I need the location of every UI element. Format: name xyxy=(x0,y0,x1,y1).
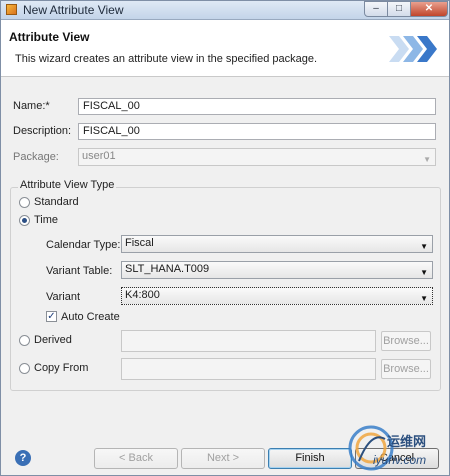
auto-create-checkbox[interactable]: ✓ xyxy=(46,311,57,322)
package-select: user01 ▼ xyxy=(78,148,436,166)
watermark-subtext: iyunv.com xyxy=(373,453,427,467)
calendar-type-select[interactable]: Fiscal ▼ xyxy=(121,235,433,253)
variant-value: K4:800 xyxy=(125,289,160,301)
help-icon[interactable]: ? xyxy=(15,450,31,466)
copy-from-field xyxy=(121,358,376,380)
package-label: Package: xyxy=(13,151,59,163)
window-title: New Attribute View xyxy=(23,3,124,17)
package-value: user01 xyxy=(82,150,116,162)
copy-from-browse-button[interactable]: Browse... xyxy=(381,359,431,379)
name-field[interactable]: FISCAL_00 xyxy=(78,98,436,115)
next-button[interactable]: Next > xyxy=(181,448,265,469)
app-icon xyxy=(6,4,17,15)
time-radio[interactable] xyxy=(19,215,30,226)
copy-from-label[interactable]: Copy From xyxy=(34,362,88,374)
minimize-button[interactable]: – xyxy=(364,1,388,17)
back-button[interactable]: < Back xyxy=(94,448,178,469)
calendar-type-label: Calendar Type: xyxy=(46,239,121,251)
chevron-down-icon: ▼ xyxy=(420,268,428,277)
variant-select[interactable]: K4:800 ▼ xyxy=(121,287,433,305)
time-label[interactable]: Time xyxy=(34,214,58,226)
name-label: Name:* xyxy=(13,100,50,112)
derived-label[interactable]: Derived xyxy=(34,334,72,346)
variant-table-select[interactable]: SLT_HANA.T009 ▼ xyxy=(121,261,433,279)
description-field[interactable]: FISCAL_00 xyxy=(78,123,436,140)
variant-table-value: SLT_HANA.T009 xyxy=(125,263,210,275)
close-button[interactable]: ✕ xyxy=(410,1,448,17)
derived-radio[interactable] xyxy=(19,335,30,346)
chevron-down-icon: ▼ xyxy=(420,242,428,251)
standard-label[interactable]: Standard xyxy=(34,196,79,208)
chevron-down-icon: ▼ xyxy=(420,294,428,303)
maximize-button[interactable]: □ xyxy=(387,1,411,17)
wizard-header: Attribute View This wizard creates an at… xyxy=(1,20,449,77)
page-description: This wizard creates an attribute view in… xyxy=(15,53,318,65)
derived-field xyxy=(121,330,376,352)
variant-label: Variant xyxy=(46,291,81,303)
chevron-banner-icon xyxy=(389,36,437,62)
group-title: Attribute View Type xyxy=(18,179,117,191)
variant-table-label: Variant Table: xyxy=(46,265,113,277)
chevron-down-icon: ▼ xyxy=(423,155,431,164)
copy-from-radio[interactable] xyxy=(19,363,30,374)
derived-browse-button[interactable]: Browse... xyxy=(381,331,431,351)
calendar-type-value: Fiscal xyxy=(125,237,154,249)
watermark-text: 运维网 xyxy=(387,434,427,449)
title-bar[interactable]: New Attribute View – □ ✕ xyxy=(1,1,449,20)
page-title: Attribute View xyxy=(9,30,90,44)
new-attribute-view-dialog: New Attribute View – □ ✕ Attribute View … xyxy=(0,0,450,476)
finish-button[interactable]: Finish xyxy=(268,448,352,469)
standard-radio[interactable] xyxy=(19,197,30,208)
auto-create-label[interactable]: Auto Create xyxy=(61,311,120,323)
description-label: Description: xyxy=(13,125,72,137)
